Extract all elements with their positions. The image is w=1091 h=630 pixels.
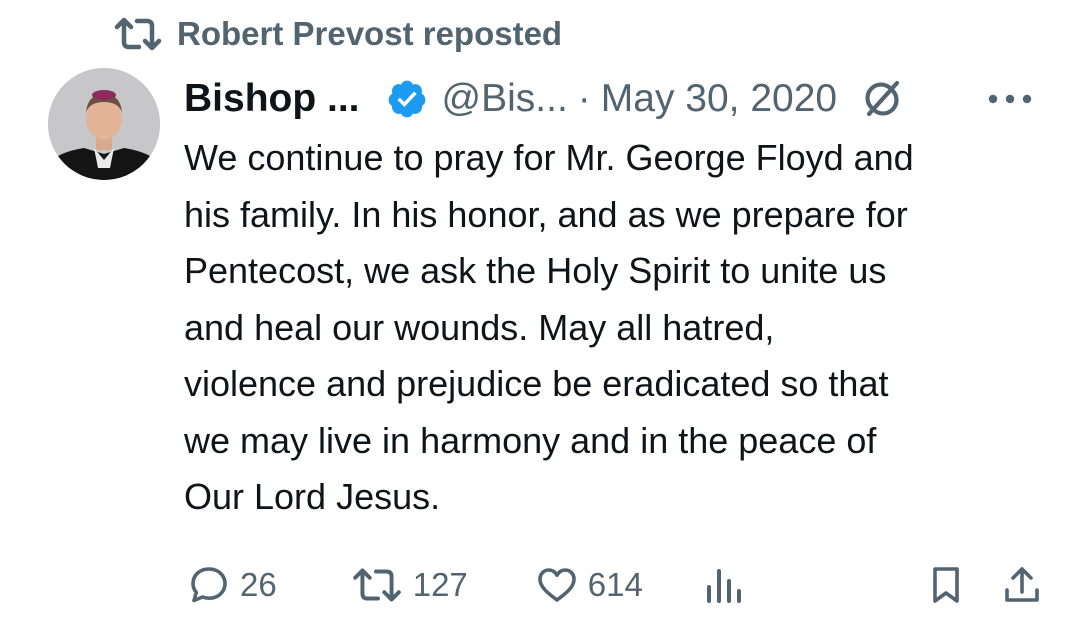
more-options-icon[interactable]	[987, 92, 1033, 106]
like-button[interactable]: 614	[536, 564, 643, 606]
tweet-text-line: and heal our wounds. May all hatred,	[184, 306, 775, 348]
tweet-text-line: We continue to pray for Mr. George Floyd…	[184, 137, 914, 178]
reply-count: 26	[240, 566, 277, 603]
reply-button[interactable]: 26	[188, 564, 277, 606]
repost-label: Robert Prevost reposted	[177, 15, 563, 52]
views-icon	[706, 569, 741, 603]
like-count: 614	[587, 566, 643, 603]
reply-icon	[191, 567, 227, 603]
author-name[interactable]: Bishop ...	[184, 77, 360, 121]
repost-button[interactable]: 127	[351, 564, 468, 606]
tweet-text-line: Our Lord Jesus.	[184, 476, 441, 517]
verified-badge-icon[interactable]	[386, 78, 428, 120]
tweet-text-line: violence and prejudice be eradicated so …	[184, 363, 889, 404]
bookmark-icon	[933, 567, 959, 603]
repost-count: 127	[412, 566, 468, 603]
repost-indicator[interactable]: Robert Prevost reposted	[113, 14, 562, 54]
tweet-text-line: Pentecost, we ask the Holy Spirit to uni…	[184, 250, 887, 291]
tweet-text: We continue to pray for Mr. George Floyd…	[184, 130, 1064, 526]
share-icon	[1005, 567, 1039, 602]
tweet-date[interactable]: May 30, 2020	[601, 77, 837, 121]
avatar-image	[48, 68, 160, 180]
heart-icon	[537, 568, 576, 602]
tweet-header: Bishop ... @Bis... · May 30, 2020	[184, 70, 1041, 128]
bookmark-button[interactable]	[925, 564, 967, 606]
tweet-actions: 26 127 614	[184, 560, 1051, 610]
author-handle[interactable]: @Bis...	[442, 77, 568, 121]
views-button[interactable]	[703, 563, 747, 607]
tweet-text-line: his family. In his honor, and as we prep…	[184, 193, 908, 235]
share-button[interactable]	[1001, 564, 1043, 606]
tweet-text-line: we may live in harmony and in the peace …	[184, 419, 877, 461]
repost-icon	[352, 568, 401, 602]
avatar[interactable]	[48, 68, 160, 180]
grok-icon[interactable]	[861, 78, 903, 120]
repost-icon	[114, 17, 162, 51]
header-separator: ·	[577, 77, 591, 120]
